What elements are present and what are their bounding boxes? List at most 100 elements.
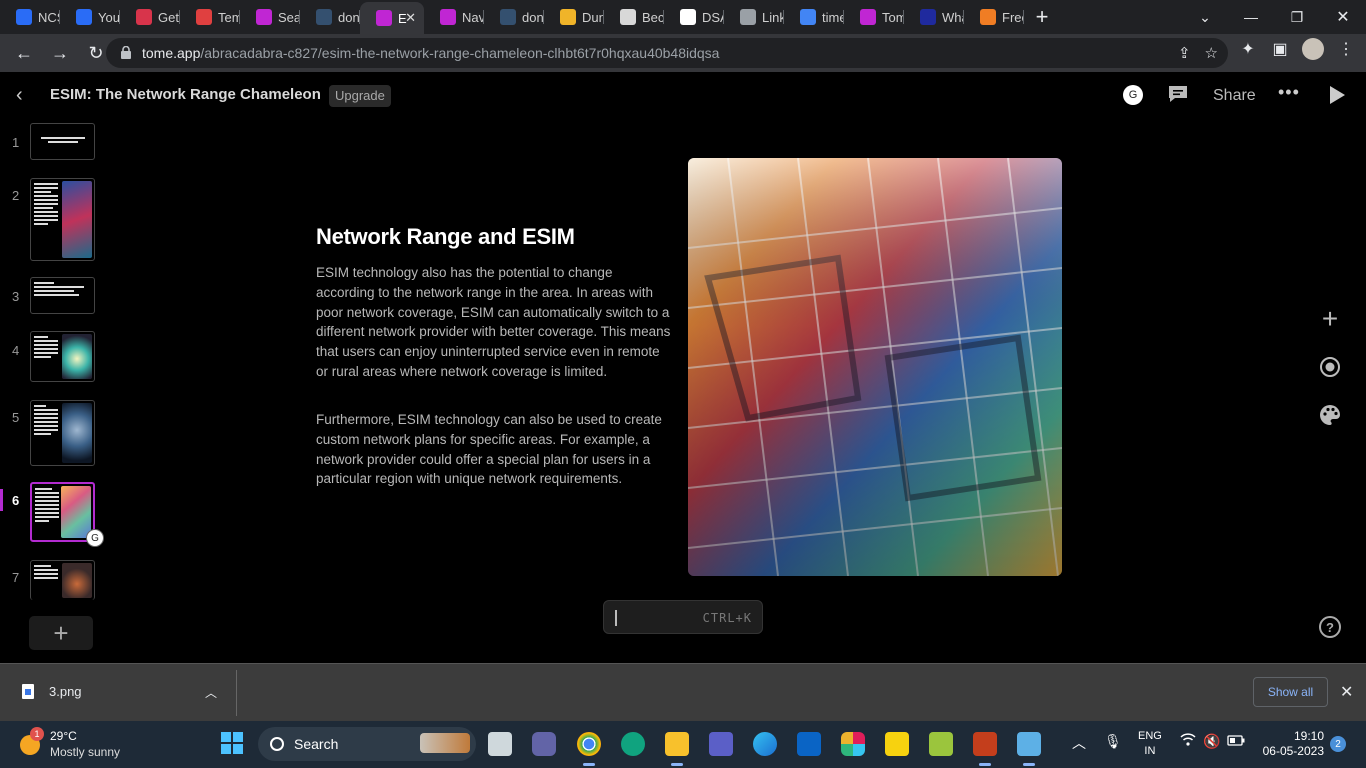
- download-chevron-up-icon[interactable]: ︿: [205, 684, 217, 701]
- edge-icon[interactable]: [753, 732, 777, 756]
- user-avatar[interactable]: G: [1123, 85, 1143, 105]
- slide-paragraph-2[interactable]: Furthermore, ESIM technology can also be…: [316, 410, 672, 489]
- slack-icon[interactable]: [841, 732, 865, 756]
- extensions-puzzle-icon[interactable]: ✦: [1238, 39, 1258, 59]
- present-play-icon[interactable]: [1330, 86, 1345, 104]
- browser-tab[interactable]: time: [784, 0, 844, 34]
- chatgpt-icon[interactable]: [621, 732, 645, 756]
- notepad-icon[interactable]: [1017, 732, 1041, 766]
- more-options-icon[interactable]: •••: [1278, 82, 1300, 103]
- clock-time: 19:10: [1293, 729, 1324, 743]
- circuit-map-image[interactable]: [688, 158, 1062, 576]
- minimize-button[interactable]: —: [1228, 0, 1274, 34]
- upgrade-button[interactable]: Upgrade: [329, 85, 391, 107]
- help-icon[interactable]: ?: [1319, 616, 1341, 638]
- outlook-icon[interactable]: [797, 732, 821, 756]
- url-bar[interactable]: tome.app/abracadabra-c827/esim-the-netwo…: [106, 38, 1228, 68]
- command-input[interactable]: CTRL+K: [603, 600, 763, 634]
- notification-badge[interactable]: 2: [1330, 736, 1346, 752]
- bookmark-star-icon[interactable]: ☆: [1205, 44, 1218, 62]
- share-button[interactable]: Share: [1213, 87, 1256, 105]
- pt-icon: [500, 9, 516, 25]
- tab-label: Becc: [642, 9, 664, 25]
- browser-tab-active[interactable]: E ✕: [360, 2, 424, 34]
- weather-badge: 1: [30, 727, 44, 741]
- back-chevron-icon[interactable]: ‹: [16, 84, 23, 107]
- share-page-icon[interactable]: ⇪: [1178, 44, 1191, 62]
- forward-arrow-icon[interactable]: →: [44, 37, 76, 69]
- browser-tab[interactable]: Free: [964, 0, 1024, 34]
- add-slide-button[interactable]: +: [29, 616, 93, 650]
- browser-tab[interactable]: don: [484, 0, 544, 34]
- back-arrow-icon[interactable]: ←: [8, 37, 40, 69]
- browser-tab[interactable]: NCS: [0, 0, 60, 34]
- tray-chevron-up-icon[interactable]: ︿: [1072, 733, 1086, 753]
- download-item[interactable]: 3.png: [22, 684, 82, 699]
- tab-label: Sear: [278, 9, 300, 25]
- globe-icon: [740, 9, 756, 25]
- browser-tab-strip: NCSYourGetTemSeardonE✕NavidonDunBeccDSAL…: [0, 0, 1366, 34]
- powerpoint-icon[interactable]: [973, 732, 997, 766]
- slide-thumbnail[interactable]: [30, 277, 95, 314]
- slide-thumbnail-active[interactable]: [30, 482, 95, 542]
- browser-tab[interactable]: Tom: [844, 0, 904, 34]
- tab-search-chevron-icon[interactable]: ⌄: [1182, 0, 1228, 34]
- comment-icon[interactable]: [1167, 84, 1189, 104]
- divider: [236, 670, 237, 716]
- record-icon[interactable]: [1318, 355, 1342, 379]
- browser-tab[interactable]: Get: [120, 0, 180, 34]
- side-panel-icon[interactable]: ▣: [1270, 39, 1290, 59]
- sticky-notes-icon[interactable]: [885, 732, 909, 756]
- profile-avatar[interactable]: [1302, 38, 1324, 60]
- show-all-button[interactable]: Show all: [1253, 677, 1328, 707]
- file-explorer-icon[interactable]: [665, 732, 689, 766]
- close-tab-icon[interactable]: ✕: [405, 10, 416, 26]
- theme-palette-icon[interactable]: [1318, 403, 1342, 427]
- system-clock[interactable]: 19:10 06-05-2023: [1260, 729, 1324, 759]
- weather-condition: Mostly sunny: [50, 745, 121, 759]
- new-tab-button[interactable]: +: [1024, 0, 1060, 34]
- slide-thumbnail[interactable]: [30, 560, 95, 600]
- windows-start-icon[interactable]: [221, 732, 243, 754]
- browser-tab[interactable]: Navi: [424, 0, 484, 34]
- editor-icon[interactable]: [929, 732, 953, 756]
- tab-label: DSA: [702, 9, 724, 25]
- slide-thumbnail[interactable]: [30, 123, 95, 160]
- tab-label: Tem: [218, 9, 240, 25]
- teams-icon[interactable]: [709, 732, 733, 756]
- slide-thumbnail[interactable]: [30, 400, 95, 466]
- browser-tab[interactable]: Tem: [180, 0, 240, 34]
- slide-thumbnail[interactable]: [30, 178, 95, 261]
- battery-icon[interactable]: [1227, 733, 1245, 749]
- document-title[interactable]: ESIM: The Network Range Chameleon: [50, 86, 321, 103]
- browser-tab[interactable]: DSA: [664, 0, 724, 34]
- browser-tab[interactable]: Link: [724, 0, 784, 34]
- browser-menu-icon[interactable]: ⋮: [1336, 39, 1356, 59]
- wifi-icon[interactable]: [1180, 733, 1196, 749]
- browser-tab[interactable]: Sear: [240, 0, 300, 34]
- browser-tab[interactable]: Wha: [904, 0, 964, 34]
- browser-tab[interactable]: don: [300, 0, 360, 34]
- close-shelf-icon[interactable]: ✕: [1340, 682, 1353, 702]
- thumbnail-number: 3: [12, 289, 20, 304]
- close-window-button[interactable]: ✕: [1320, 0, 1366, 34]
- task-view-icon[interactable]: [488, 732, 512, 756]
- maximize-button[interactable]: ❐: [1274, 0, 1320, 34]
- tome-icon: [376, 10, 392, 26]
- volume-muted-icon[interactable]: 🔇: [1203, 733, 1220, 750]
- chrome-icon[interactable]: [577, 732, 601, 766]
- microphone-icon[interactable]: 🎙: [1104, 733, 1122, 750]
- browser-tab[interactable]: Becc: [604, 0, 664, 34]
- teams-chat-icon[interactable]: [532, 732, 556, 756]
- slide-paragraph-1[interactable]: ESIM technology also has the potential t…: [316, 263, 672, 382]
- pt-icon: [316, 9, 332, 25]
- wha-icon: [920, 9, 936, 25]
- clock-date: 06-05-2023: [1262, 744, 1324, 758]
- add-tile-icon[interactable]: +: [1318, 303, 1342, 334]
- thumbnail-number: 6: [12, 493, 20, 508]
- slide-title[interactable]: Network Range and ESIM: [316, 224, 575, 250]
- language-indicator[interactable]: ENG IN: [1138, 729, 1162, 759]
- slide-thumbnail[interactable]: [30, 331, 95, 382]
- browser-tab[interactable]: Dun: [544, 0, 604, 34]
- browser-tab[interactable]: Your: [60, 0, 120, 34]
